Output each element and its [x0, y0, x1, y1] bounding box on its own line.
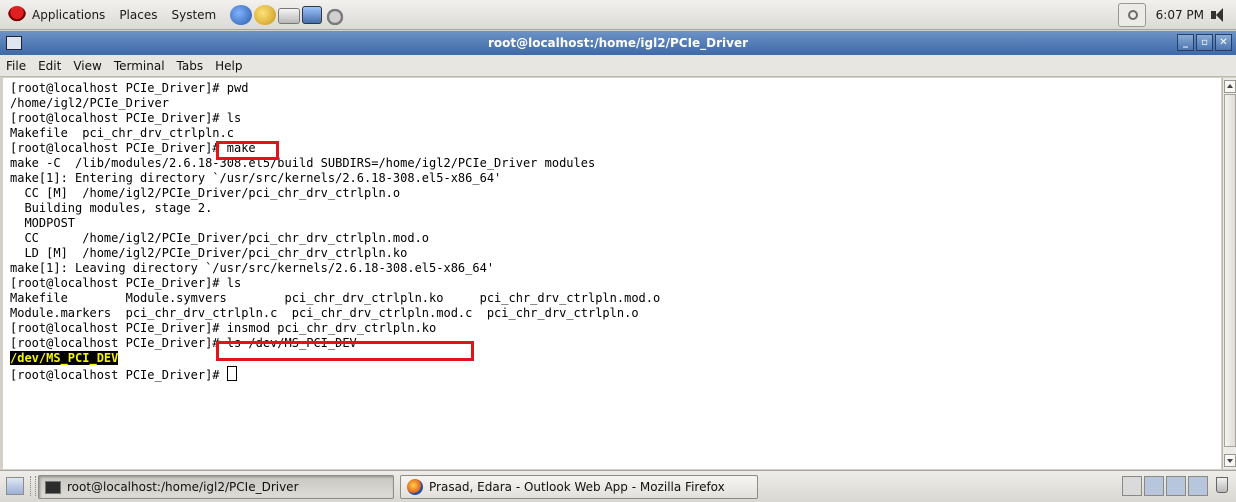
- workspace-switcher: [1122, 476, 1210, 496]
- window-title: root@localhost:/home/igl2/PCIe_Driver: [487, 36, 749, 50]
- menu-tabs[interactable]: Tabs: [177, 59, 204, 73]
- volume-icon[interactable]: [1210, 6, 1228, 24]
- terminal-line: [root@localhost PCIe_Driver]# insmod pci…: [10, 321, 437, 335]
- terminal-line: Building modules, stage 2.: [10, 201, 213, 215]
- presentation-launcher-icon[interactable]: [302, 6, 323, 24]
- terminal-output-highlight-line: /dev/MS_PCI_DEV: [10, 351, 119, 366]
- terminal-prompt: [root@localhost PCIe_Driver]#: [10, 368, 227, 382]
- terminal-line: CC [M] /home/igl2/PCIe_Driver/pci_chr_dr…: [10, 186, 401, 200]
- scroll-down-button[interactable]: [1224, 454, 1236, 467]
- terminal-line: CC /home/igl2/PCIe_Driver/pci_chr_drv_ct…: [10, 231, 430, 245]
- email-launcher-icon[interactable]: [254, 5, 277, 25]
- terminal-output[interactable]: [root@localhost PCIe_Driver]# pwd /home/…: [0, 78, 1221, 469]
- terminal-line: [root@localhost PCIe_Driver]# ls: [10, 111, 242, 125]
- terminal-line: MODPOST: [10, 216, 76, 230]
- menu-view[interactable]: View: [73, 59, 101, 73]
- menu-terminal[interactable]: Terminal: [114, 59, 165, 73]
- terminal-line: Makefile pci_chr_drv_ctrlpln.c: [10, 126, 234, 140]
- taskbar-item-terminal[interactable]: root@localhost:/home/igl2/PCIe_Driver: [38, 475, 394, 499]
- show-desktop-icon[interactable]: [6, 477, 24, 495]
- terminal-prompt-line: [root@localhost PCIe_Driver]#: [10, 366, 237, 382]
- taskbar-item-label: root@localhost:/home/igl2/PCIe_Driver: [67, 480, 299, 494]
- workspace-1[interactable]: [1122, 476, 1142, 496]
- places-menu[interactable]: Places: [119, 8, 157, 22]
- terminal-line: Makefile Module.symvers pci_chr_drv_ctrl…: [10, 291, 661, 305]
- device-path-output: /dev/MS_PCI_DEV: [10, 351, 119, 365]
- window-controls: _ ▫ ✕: [1175, 34, 1232, 51]
- insmod-command-highlight: [216, 341, 474, 361]
- scroll-thumb[interactable]: [1224, 94, 1236, 447]
- make-command-highlight: [216, 141, 279, 160]
- trash-icon[interactable]: [1216, 477, 1228, 493]
- close-button[interactable]: ✕: [1215, 34, 1232, 51]
- terminal-line: make -C /lib/modules/2.6.18-308.el5/buil…: [10, 156, 596, 170]
- terminal-line: [root@localhost PCIe_Driver]# pwd: [10, 81, 249, 95]
- terminal-line: /home/igl2/PCIe_Driver: [10, 96, 169, 110]
- terminal-cursor: [226, 366, 237, 381]
- terminal-line: [root@localhost PCIe_Driver]# ls: [10, 276, 242, 290]
- system-tray: 6:07 PM: [1117, 0, 1228, 30]
- menu-help[interactable]: Help: [215, 59, 242, 73]
- maximize-button[interactable]: ▫: [1196, 34, 1213, 51]
- applications-menu[interactable]: Applications: [32, 8, 105, 22]
- terminal-line: Module.markers pci_chr_drv_ctrlpln.c pci…: [10, 306, 639, 320]
- redhat-icon[interactable]: [8, 6, 26, 24]
- terminal-line: make[1]: Entering directory `/usr/src/ke…: [10, 171, 502, 185]
- menu-file[interactable]: File: [6, 59, 26, 73]
- menu-edit[interactable]: Edit: [38, 59, 61, 73]
- terminal-menubar: File Edit View Terminal Tabs Help: [0, 55, 1236, 77]
- system-menu[interactable]: System: [171, 8, 216, 22]
- firefox-icon: [407, 479, 423, 495]
- minimize-button[interactable]: _: [1177, 34, 1194, 51]
- top-panel: Applications Places System 6:07 PM: [0, 0, 1236, 30]
- network-status-icon[interactable]: [1117, 3, 1146, 27]
- panel-handle[interactable]: [30, 476, 36, 496]
- document-launcher-icon[interactable]: [278, 8, 301, 24]
- network-launcher-icon[interactable]: [324, 5, 347, 25]
- workspace-4[interactable]: [1188, 476, 1208, 496]
- top-menu: Applications Places System: [8, 0, 348, 30]
- terminal-scrollbar[interactable]: [1222, 78, 1236, 469]
- terminal-icon: [45, 480, 61, 494]
- clock[interactable]: 6:07 PM: [1156, 8, 1204, 22]
- workspace-2[interactable]: [1144, 476, 1164, 496]
- scroll-up-button[interactable]: [1224, 80, 1236, 93]
- bottom-panel: root@localhost:/home/igl2/PCIe_Driver Pr…: [0, 470, 1236, 502]
- terminal-line: make[1]: Leaving directory `/usr/src/ker…: [10, 261, 495, 275]
- terminal-line: LD [M] /home/igl2/PCIe_Driver/pci_chr_dr…: [10, 246, 408, 260]
- browser-launcher-icon[interactable]: [230, 5, 253, 25]
- taskbar-item-firefox[interactable]: Prasad, Edara - Outlook Web App - Mozill…: [400, 475, 758, 499]
- taskbar-item-label: Prasad, Edara - Outlook Web App - Mozill…: [429, 480, 725, 494]
- window-titlebar[interactable]: root@localhost:/home/igl2/PCIe_Driver _ …: [0, 31, 1236, 55]
- workspace-3[interactable]: [1166, 476, 1186, 496]
